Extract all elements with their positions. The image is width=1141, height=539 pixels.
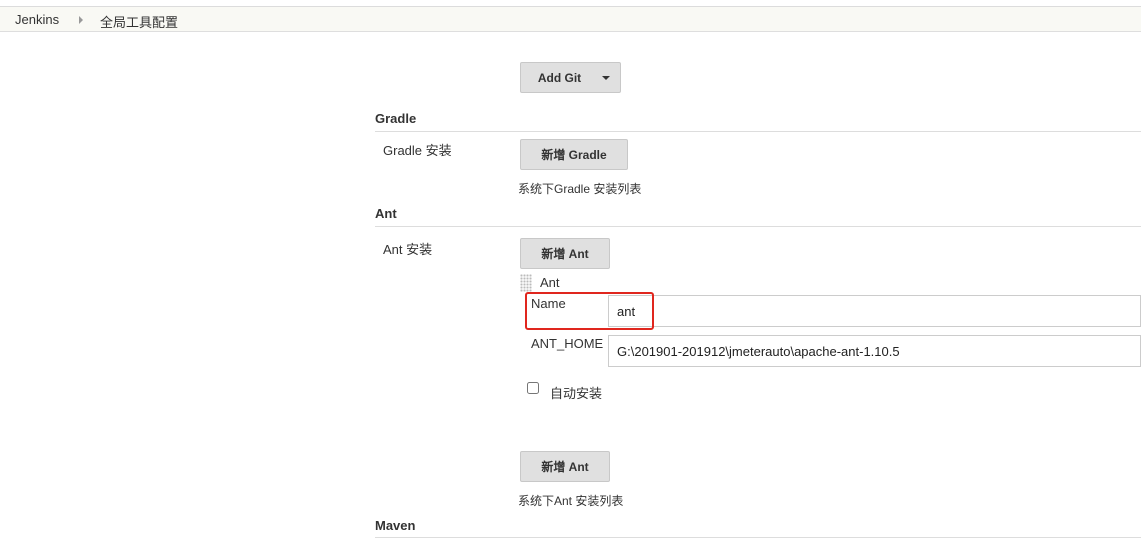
auto-install-checkbox[interactable] [527, 382, 539, 394]
ant-install-label: Ant 安装 [383, 242, 433, 257]
ant-name-label: Name [531, 296, 566, 311]
breadcrumb-home-link[interactable]: Jenkins [15, 12, 59, 27]
chevron-down-icon [602, 76, 610, 80]
auto-install-label: 自动安装 [550, 386, 603, 401]
ant-help-text: 系统下Ant 安装列表 [518, 494, 624, 508]
add-ant-button-top[interactable]: 新增 Ant [520, 238, 610, 269]
breadcrumb: Jenkins 全局工具配置 [0, 7, 1141, 32]
maven-section-title: Maven [375, 518, 416, 533]
gradle-help-text: 系统下Gradle 安装列表 [518, 182, 642, 196]
gradle-section-divider [375, 131, 1141, 132]
ant-home-input[interactable] [608, 335, 1141, 367]
ant-name-input[interactable] [608, 295, 1141, 327]
ant-section-title: Ant [375, 206, 397, 221]
drag-handle-icon[interactable] [520, 274, 532, 292]
add-git-label: Add Git [537, 70, 582, 85]
ant-item-header: Ant [540, 275, 560, 290]
ant-section-divider [375, 226, 1141, 227]
add-gradle-button[interactable]: 新增 Gradle [520, 139, 628, 170]
breadcrumb-current-page[interactable]: 全局工具配置 [100, 12, 178, 31]
ant-home-label: ANT_HOME [531, 336, 604, 351]
add-ant-button-bottom[interactable]: 新增 Ant [520, 451, 610, 482]
add-git-button[interactable]: Add Git [520, 62, 621, 93]
maven-section-divider [375, 537, 1141, 538]
gradle-install-label: Gradle 安装 [383, 143, 452, 158]
gradle-section-title: Gradle [375, 111, 417, 126]
breadcrumb-arrow-icon[interactable] [79, 16, 83, 24]
